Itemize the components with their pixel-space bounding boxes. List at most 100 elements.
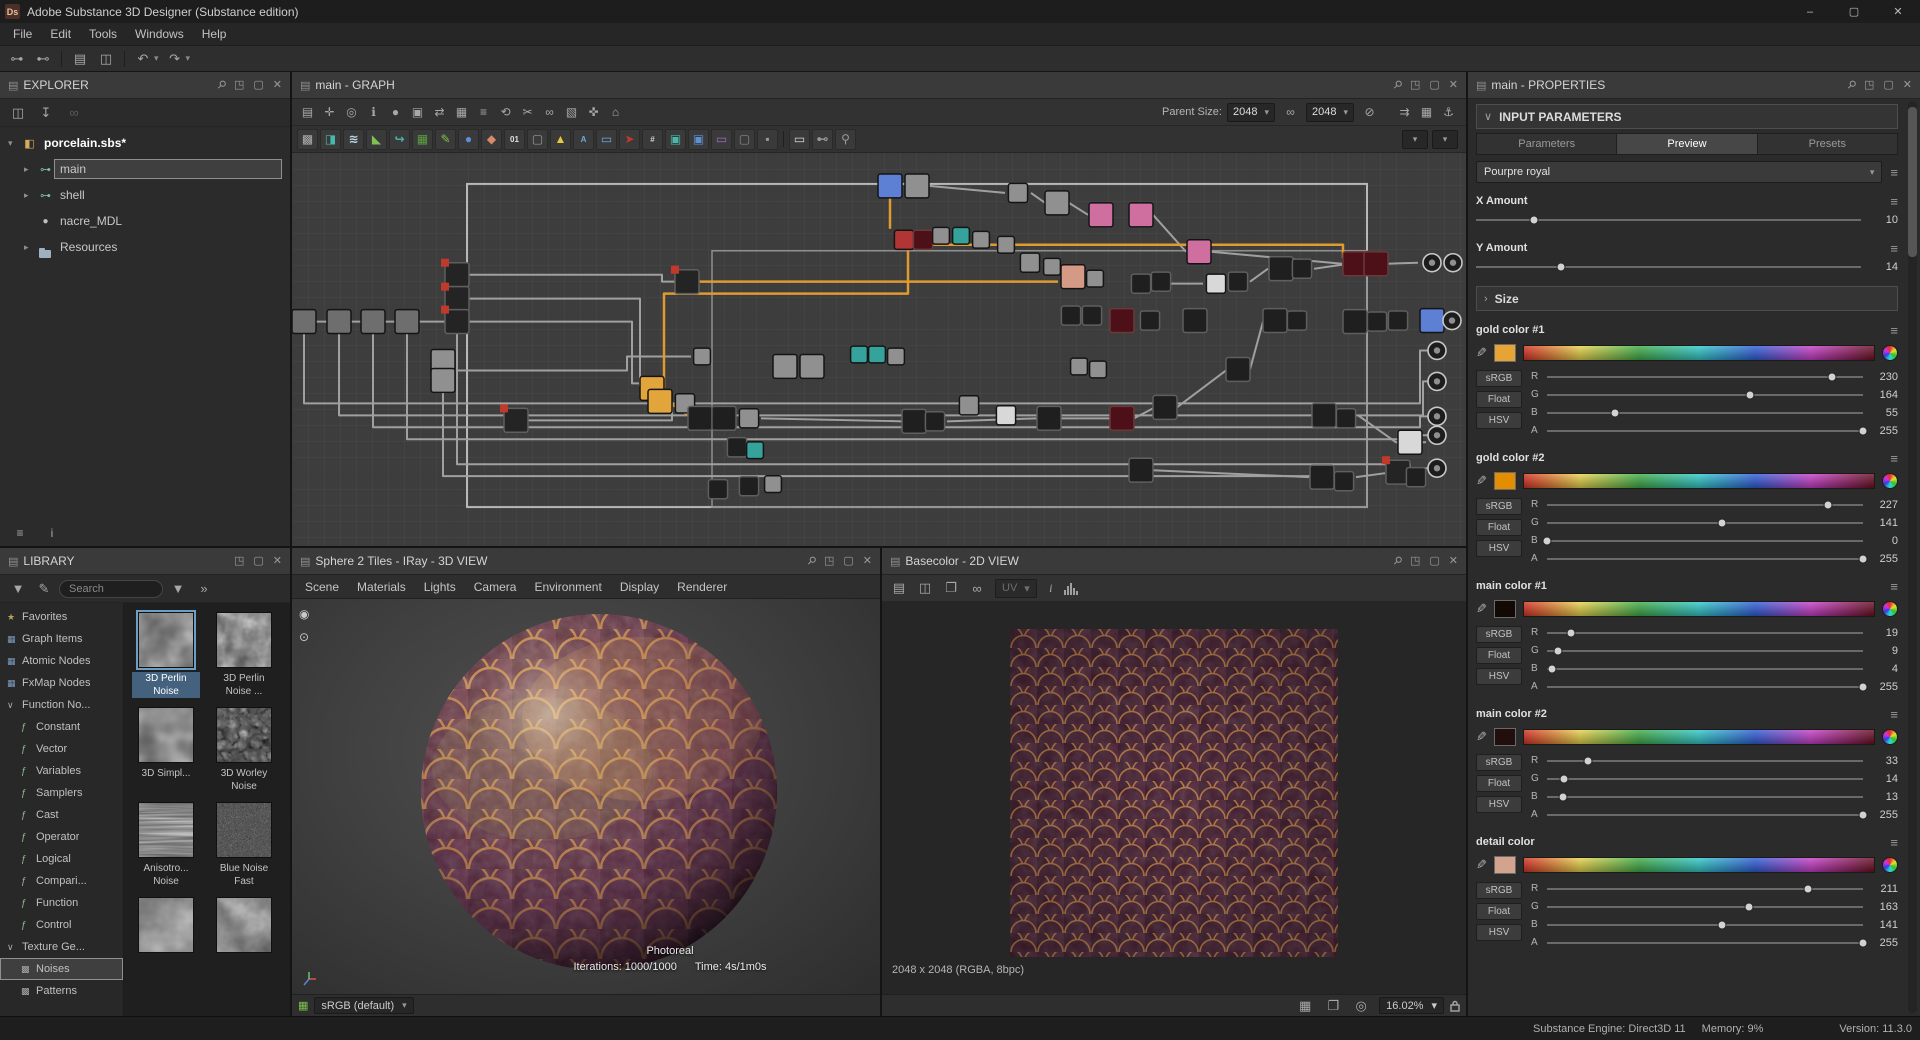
hue-gradient-bar[interactable]: [1523, 857, 1875, 873]
max-icon[interactable]: ▢: [253, 80, 263, 91]
graph-tool-icon-5[interactable]: ▣: [407, 102, 428, 123]
link-button[interactable]: ∞: [62, 103, 86, 123]
graph-view-icon-2[interactable]: ⚓: [1438, 102, 1459, 123]
tree-item-porcelain-sbs[interactable]: ▾◧porcelain.sbs*: [0, 130, 290, 156]
library-category-graph-items[interactable]: ▦Graph Items: [0, 628, 123, 650]
library-category-noises[interactable]: ▩Noises: [0, 958, 123, 980]
library-category-operator[interactable]: ƒOperator: [0, 826, 123, 848]
graph-tool-icon-6[interactable]: ⇄: [429, 102, 450, 123]
graph-tool-icon-7[interactable]: ▦: [451, 102, 472, 123]
graph-tool-icon-3[interactable]: ℹ: [363, 102, 384, 123]
color-wheel-icon[interactable]: [1882, 857, 1898, 873]
add-node-button-15[interactable]: #: [642, 129, 663, 150]
parent-width-select[interactable]: 2048 ▾: [1227, 103, 1275, 122]
menu-3d-scene[interactable]: Scene: [296, 580, 348, 594]
mode-button-float[interactable]: Float: [1476, 775, 1522, 792]
slider-knob[interactable]: [1859, 554, 1868, 563]
graph-tool-icon-14[interactable]: ⌂: [605, 102, 626, 123]
library-category-function-no[interactable]: ∨Function No...: [0, 694, 123, 716]
mode-button-float[interactable]: Float: [1476, 519, 1522, 536]
library-category-variables[interactable]: ƒVariables: [0, 760, 123, 782]
mode-button-float[interactable]: Float: [1476, 391, 1522, 408]
library-thumbnail-anisotro-noise[interactable]: Anisotro... Noise: [132, 802, 200, 888]
library-thumbnail-3d-simpl[interactable]: 3D Simpl...: [132, 707, 200, 793]
hue-gradient-bar[interactable]: [1523, 601, 1875, 617]
menu-3d-renderer[interactable]: Renderer: [668, 580, 736, 594]
hue-gradient-bar[interactable]: [1523, 345, 1875, 361]
channel-slider[interactable]: [1547, 626, 1863, 640]
library-thumbnail[interactable]: [210, 897, 278, 957]
save-button[interactable]: ◫: [6, 103, 30, 123]
add-node-button-7[interactable]: ●: [458, 129, 479, 150]
max-icon[interactable]: ▢: [253, 556, 263, 567]
display-mode-select[interactable]: ▾: [1402, 130, 1428, 149]
lock-icon[interactable]: [1450, 1000, 1460, 1012]
mode-button-float[interactable]: Float: [1476, 903, 1522, 920]
param-slider[interactable]: [1476, 260, 1861, 274]
tab-parameters[interactable]: Parameters: [1477, 134, 1617, 154]
information-icon[interactable]: i: [1043, 581, 1059, 596]
slider-knob[interactable]: [1717, 518, 1726, 527]
max-icon[interactable]: ▢: [1429, 80, 1439, 91]
library-thumbnail-blue-noise-fast[interactable]: Blue Noise Fast: [210, 802, 278, 888]
library-thumbnail[interactable]: [132, 897, 200, 957]
zoom-select[interactable]: 16.02% ▾: [1379, 997, 1444, 1014]
channel-slider[interactable]: [1547, 498, 1863, 512]
mode-button-hsv[interactable]: HSV: [1476, 924, 1522, 941]
channel-slider[interactable]: [1547, 388, 1863, 402]
library-category-texture-ge[interactable]: ∨Texture Ge...: [0, 936, 123, 958]
channel-slider[interactable]: [1547, 644, 1863, 658]
add-node-button-9[interactable]: 01: [504, 129, 525, 150]
channel-slider[interactable]: [1547, 808, 1863, 822]
graph-tool-icon-2[interactable]: ◎: [341, 102, 362, 123]
float-icon[interactable]: ◳: [234, 556, 244, 567]
open-button[interactable]: ▤: [68, 49, 92, 69]
eyedropper-icon[interactable]: ✎: [1476, 345, 1487, 361]
mode-button-hsv[interactable]: HSV: [1476, 540, 1522, 557]
slider-knob[interactable]: [1559, 792, 1568, 801]
copy-button[interactable]: ❐: [939, 578, 963, 598]
library-category-compari[interactable]: ƒCompari...: [0, 870, 123, 892]
channel-slider[interactable]: [1547, 936, 1863, 950]
graph-tool-icon-0[interactable]: ▤: [297, 102, 318, 123]
slider-knob[interactable]: [1717, 920, 1726, 929]
color-wheel-icon[interactable]: [1882, 601, 1898, 617]
graph-tool-icon-10[interactable]: ✂: [517, 102, 538, 123]
reset-size-icon[interactable]: ⊘: [1359, 102, 1380, 123]
add-node-button-13[interactable]: ▭: [596, 129, 617, 150]
max-icon[interactable]: ▢: [1883, 80, 1893, 91]
channel-slider[interactable]: [1547, 882, 1863, 896]
link-button[interactable]: ∞: [965, 578, 989, 598]
unlink-nodes-button[interactable]: ⊷: [31, 49, 55, 69]
graph-tool-icon-13[interactable]: ✜: [583, 102, 604, 123]
slider-knob[interactable]: [1744, 902, 1753, 911]
filter-mode-select[interactable]: ▾: [1432, 130, 1458, 149]
add-node-button-14[interactable]: ➤: [619, 129, 640, 150]
library-category-function[interactable]: ƒFunction: [0, 892, 123, 914]
library-category-cast[interactable]: ƒCast: [0, 804, 123, 826]
max-icon[interactable]: ▢: [1429, 556, 1439, 567]
eyedropper-icon[interactable]: ✎: [1476, 601, 1487, 617]
channels-button[interactable]: ▤: [887, 578, 911, 598]
param-slider[interactable]: [1476, 213, 1861, 227]
hamburger-icon[interactable]: ≡: [1890, 452, 1898, 465]
redo-button[interactable]: ↷▾: [163, 49, 193, 69]
library-thumbnail-3d-perlin-noise[interactable]: 3D Perlin Noise ...: [210, 612, 278, 698]
close-icon[interactable]: ✕: [863, 556, 872, 567]
slider-knob[interactable]: [1547, 664, 1556, 673]
library-category-vector[interactable]: ƒVector: [0, 738, 123, 760]
save-button[interactable]: ◫: [94, 49, 118, 69]
filter-button[interactable]: ▼: [6, 579, 30, 599]
library-category-atomic-nodes[interactable]: ▦Atomic Nodes: [0, 650, 123, 672]
pin-icon[interactable]: ⚲: [1390, 78, 1403, 91]
mode-button-srgb[interactable]: sRGB: [1476, 754, 1522, 771]
slider-knob[interactable]: [1804, 884, 1813, 893]
tab-preview[interactable]: Preview: [1617, 134, 1757, 154]
filter-options-button[interactable]: ▼: [166, 579, 190, 599]
eyedropper-icon[interactable]: ✎: [1476, 857, 1487, 873]
menu-tools[interactable]: Tools: [80, 27, 126, 41]
tab-presets[interactable]: Presets: [1758, 134, 1897, 154]
add-node-button-19[interactable]: ▢: [734, 129, 755, 150]
mode-button-srgb[interactable]: sRGB: [1476, 882, 1522, 899]
library-category-samplers[interactable]: ƒSamplers: [0, 782, 123, 804]
